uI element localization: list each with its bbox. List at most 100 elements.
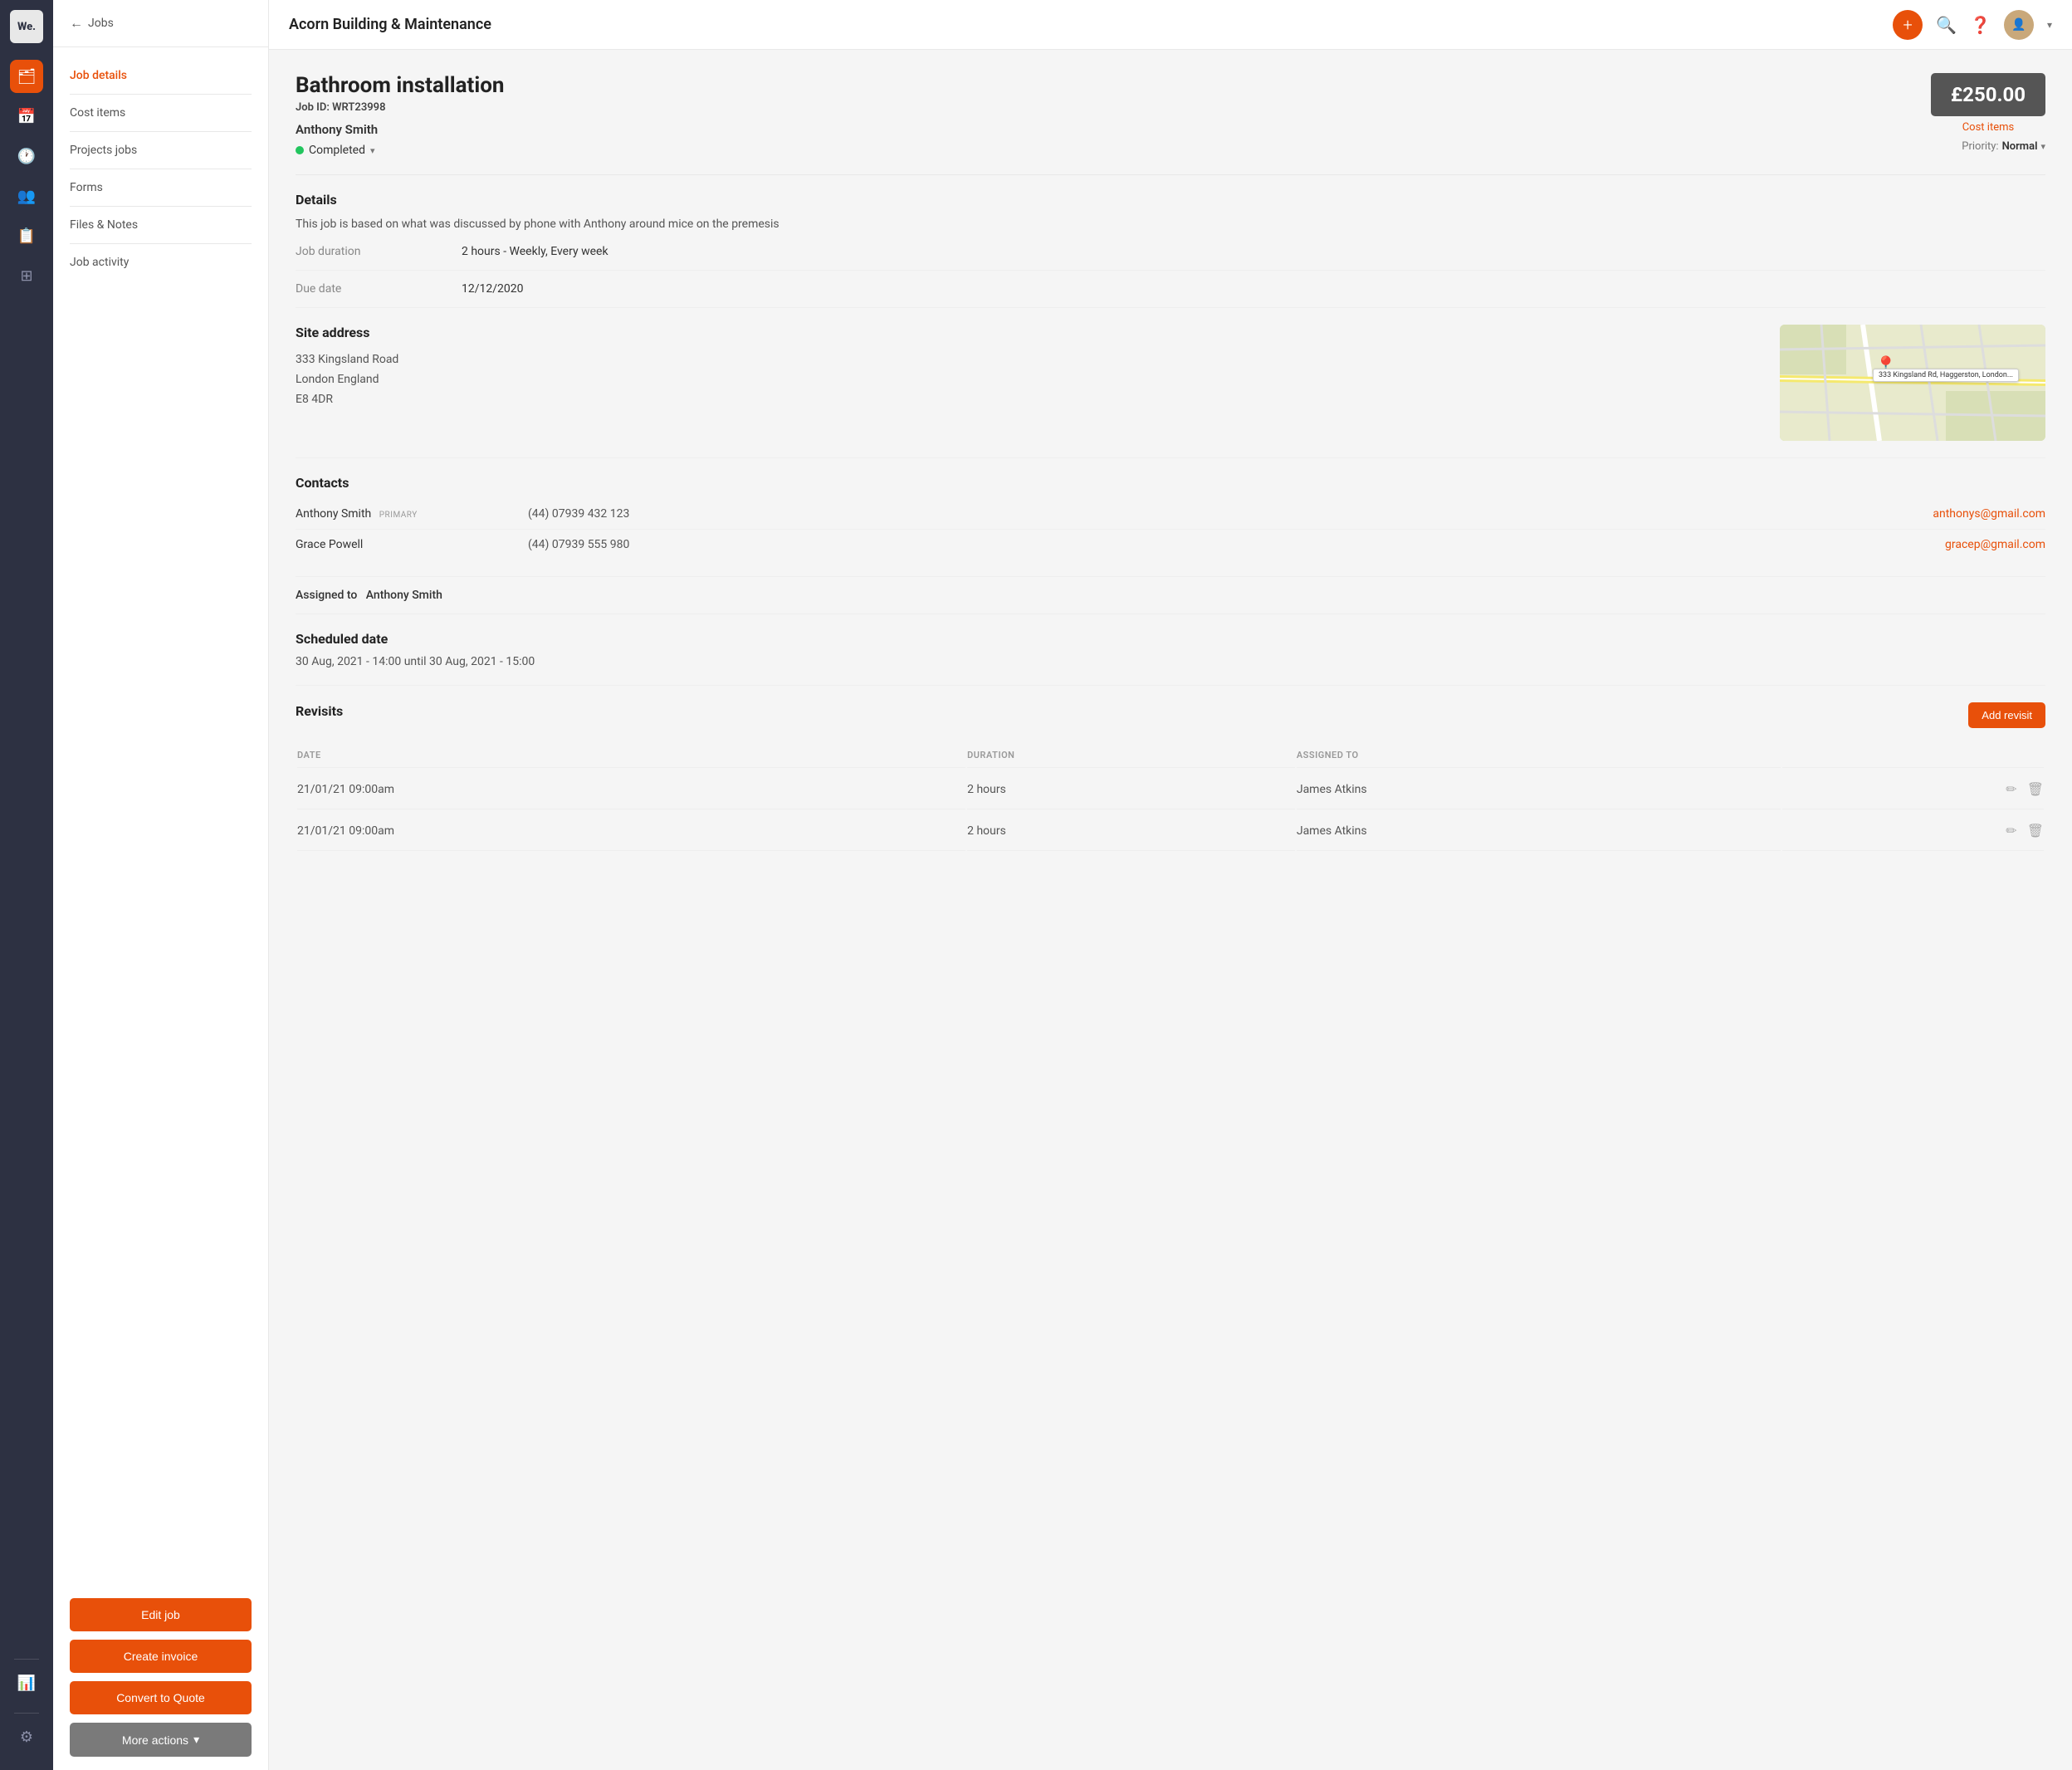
create-invoice-button[interactable]: Create invoice (70, 1640, 252, 1673)
contact-email-0[interactable]: anthonys@gmail.com (1933, 507, 2045, 521)
assigned-label: Assigned to (296, 589, 357, 602)
scheduled-until: until (404, 655, 429, 668)
delete-revisit-icon-1[interactable]: 🗑 (2027, 823, 2044, 839)
due-date-label: Due date (296, 282, 462, 296)
scheduled-start: 30 Aug, 2021 - 14:00 (296, 655, 401, 668)
revisit-date-0: 21/01/21 09:00am (297, 770, 965, 809)
job-header: Bathroom installation Job ID: WRT23998 A… (296, 73, 2045, 158)
revisits-header: Revisits Add revisit (296, 702, 2045, 728)
map-inner: 📍 333 Kingsland Rd, Haggerston, London..… (1780, 325, 2045, 441)
nav-icon-document[interactable]: 📋 (10, 219, 43, 252)
contact-name-label-1: Grace Powell (296, 538, 363, 551)
more-actions-chevron-icon: ▾ (193, 1733, 199, 1747)
details-text: This job is based on what was discussed … (296, 216, 2045, 233)
address-text: 333 Kingsland Road London England E8 4DR (296, 350, 1760, 409)
map-popup-label: 333 Kingsland Rd, Haggerston, London... (1873, 369, 2019, 382)
help-icon[interactable]: ❓ (1970, 15, 1991, 35)
job-title-block: Bathroom installation Job ID: WRT23998 A… (296, 73, 504, 158)
sidebar-nav: Job details Cost items Projects jobs For… (53, 47, 268, 1585)
job-id-label: Job ID: (296, 101, 330, 114)
nav-icon-settings[interactable]: ⚙ (10, 1720, 43, 1753)
revisit-assigned-0: James Atkins (1297, 770, 1781, 809)
contact-name-label-0: Anthony Smith (296, 507, 371, 521)
contacts-section: Contacts Anthony Smith PRIMARY (44) 0793… (296, 458, 2045, 577)
status-chevron-icon: ▾ (370, 145, 375, 156)
due-date-value: 12/12/2020 (462, 282, 524, 296)
nav-icon-chart[interactable]: 📊 (10, 1666, 43, 1699)
revisits-title: Revisits (296, 703, 343, 719)
scheduled-end: 30 Aug, 2021 - 15:00 (429, 655, 535, 668)
edit-revisit-icon-1[interactable]: ✏ (2006, 823, 2016, 839)
priority-chevron-icon[interactable]: ▾ (2040, 141, 2045, 152)
assigned-row: Assigned to Anthony Smith (296, 577, 2045, 614)
add-button[interactable]: + (1893, 10, 1923, 40)
nav-divider-1 (70, 94, 252, 95)
content-area: Bathroom installation Job ID: WRT23998 A… (269, 50, 2072, 1770)
site-section: Site address 333 Kingsland Road London E… (296, 308, 2045, 458)
nav-icon-clock[interactable]: 🕐 (10, 139, 43, 173)
avatar-chevron-icon[interactable]: ▾ (2047, 19, 2052, 31)
search-icon[interactable]: 🔍 (1936, 15, 1957, 35)
sidebar-item-job-activity[interactable]: Job activity (53, 247, 268, 277)
address-line3: E8 4DR (296, 390, 1760, 410)
revisits-header-row: DATE DURATION ASSIGNED TO (297, 743, 2044, 768)
col-duration: DURATION (967, 743, 1295, 768)
nav-divider-bottom (14, 1713, 39, 1714)
header-actions: + 🔍 ❓ 👤 ▾ (1893, 10, 2052, 40)
revisit-action-group-1: ✏ 🗑 (1782, 823, 2044, 839)
map-placeholder: 📍 333 Kingsland Rd, Haggerston, London..… (1780, 325, 2045, 441)
nav-icon-calendar[interactable]: 📅 (10, 100, 43, 133)
status-dot-icon (296, 146, 304, 154)
col-actions (1782, 743, 2044, 768)
job-duration-row: Job duration 2 hours - Weekly, Every wee… (296, 233, 2045, 271)
contact-row-0: Anthony Smith PRIMARY (44) 07939 432 123… (296, 499, 2045, 530)
sidebar-item-projects-jobs[interactable]: Projects jobs (53, 135, 268, 165)
table-row: 21/01/21 09:00am 2 hours James Atkins ✏ … (297, 770, 2044, 809)
edit-job-button[interactable]: Edit job (70, 1598, 252, 1631)
avatar[interactable]: 👤 (2004, 10, 2034, 40)
contact-phone-1: (44) 07939 555 980 (528, 538, 1945, 551)
nav-icon-people[interactable]: 👥 (10, 179, 43, 213)
sidebar: ← Jobs Job details Cost items Projects j… (53, 0, 269, 1770)
contact-email-1[interactable]: gracep@gmail.com (1945, 538, 2045, 551)
back-arrow-icon: ← (70, 15, 83, 32)
company-name: Acorn Building & Maintenance (289, 16, 1893, 33)
site-address-block: Site address 333 Kingsland Road London E… (296, 325, 1760, 441)
back-to-jobs-link[interactable]: ← Jobs (70, 15, 114, 32)
sidebar-item-job-details[interactable]: Job details (53, 61, 268, 90)
more-actions-button[interactable]: More actions ▾ (70, 1723, 252, 1757)
revisit-assigned-1: James Atkins (1297, 811, 1781, 851)
scheduled-text: 30 Aug, 2021 - 14:00 until 30 Aug, 2021 … (296, 655, 2045, 668)
add-revisit-button[interactable]: Add revisit (1968, 702, 2045, 728)
sidebar-item-files-notes[interactable]: Files & Notes (53, 210, 268, 240)
nav-icon-briefcase[interactable]: 🗂 (10, 60, 43, 93)
contact-name-0: Anthony Smith PRIMARY (296, 507, 528, 521)
cost-items-link[interactable]: Cost items (1931, 121, 2045, 134)
job-duration-value: 2 hours - Weekly, Every week (462, 245, 608, 258)
icon-nav: We. 🗂 📅 🕐 👥 📋 ⊞ 📊 ⚙ (0, 0, 53, 1770)
convert-to-quote-button[interactable]: Convert to Quote (70, 1681, 252, 1714)
sidebar-buttons: Edit job Create invoice Convert to Quote… (53, 1585, 268, 1770)
col-date: DATE (297, 743, 965, 768)
edit-revisit-icon-0[interactable]: ✏ (2006, 781, 2016, 797)
priority-label: Priority: (1962, 140, 1998, 153)
priority-value: Normal (2002, 140, 2038, 153)
revisits-table: DATE DURATION ASSIGNED TO 21/01/21 09:00… (296, 741, 2045, 853)
sidebar-item-forms[interactable]: Forms (53, 173, 268, 203)
due-date-row: Due date 12/12/2020 (296, 271, 2045, 308)
address-line2: London England (296, 370, 1760, 390)
sidebar-header: ← Jobs (53, 0, 268, 47)
price-display: £250.00 (1931, 73, 2045, 116)
revisit-actions-0: ✏ 🗑 (1782, 770, 2044, 809)
site-address-title: Site address (296, 325, 1760, 340)
status-badge[interactable]: Completed ▾ (296, 144, 375, 157)
table-row: 21/01/21 09:00am 2 hours James Atkins ✏ … (297, 811, 2044, 851)
job-client: Anthony Smith (296, 122, 504, 137)
nav-icon-table[interactable]: ⊞ (10, 259, 43, 292)
address-line1: 333 Kingsland Road (296, 350, 1760, 370)
status-label: Completed (309, 144, 365, 157)
main-wrapper: Acorn Building & Maintenance + 🔍 ❓ 👤 ▾ B… (269, 0, 2072, 1770)
sidebar-item-cost-items[interactable]: Cost items (53, 98, 268, 128)
nav-divider-2 (70, 131, 252, 132)
delete-revisit-icon-0[interactable]: 🗑 (2027, 781, 2044, 797)
